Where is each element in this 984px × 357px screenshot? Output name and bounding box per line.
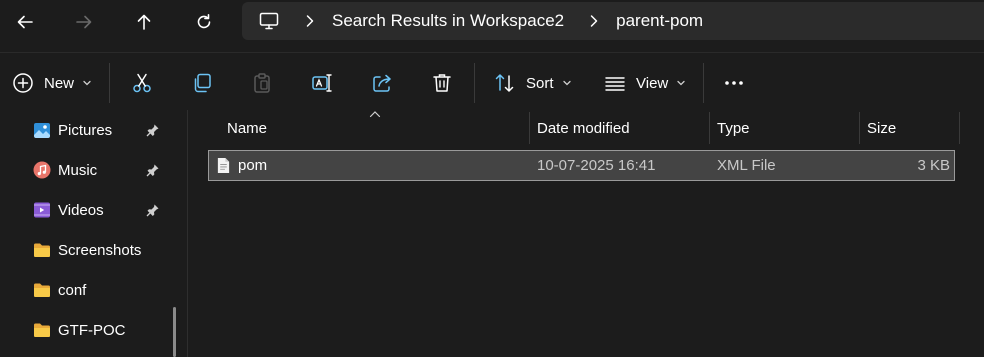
file-size: 3 KB	[917, 157, 950, 174]
forward-button[interactable]	[64, 2, 104, 42]
chevron-down-icon	[82, 78, 92, 88]
file-icon	[216, 151, 231, 180]
column-header-date-modified[interactable]: Date modified	[537, 112, 630, 144]
sidebar-item-conf[interactable]: conf	[0, 272, 176, 308]
folder-icon	[34, 283, 50, 297]
address-bar[interactable]: Search Results in Workspace2 parent-pom	[242, 2, 984, 40]
scissors-icon	[133, 73, 151, 93]
view-button[interactable]: View	[604, 65, 686, 101]
breadcrumb-chevron-icon[interactable]	[302, 14, 318, 28]
sidebar-item-label: Videos	[58, 201, 104, 219]
sidebar-item-label: Screenshots	[58, 241, 142, 259]
up-button[interactable]	[124, 2, 164, 42]
sidebar-item-videos[interactable]: Videos	[0, 192, 176, 228]
clipboard-icon	[254, 73, 270, 93]
column-header-type[interactable]: Type	[717, 112, 750, 144]
view-list-icon	[605, 77, 625, 91]
arrow-up-icon	[137, 14, 151, 30]
back-button[interactable]	[5, 2, 45, 42]
pin-icon[interactable]	[146, 163, 160, 177]
file-list: Name Date modified Type Size pom 10-07-2…	[188, 110, 984, 357]
cut-button[interactable]	[131, 65, 153, 101]
file-type: XML File	[717, 157, 776, 174]
column-divider[interactable]	[529, 112, 530, 144]
file-date-modified: 10-07-2025 16:41	[537, 157, 656, 174]
column-header-size[interactable]: Size	[867, 112, 896, 144]
sidebar-item-screenshots[interactable]: Screenshots	[0, 232, 176, 268]
view-label: View	[636, 74, 669, 92]
pictures-icon	[34, 123, 50, 138]
toolbar-divider	[703, 63, 704, 103]
trash-icon	[433, 74, 451, 92]
sidebar-scrollbar[interactable]	[173, 307, 176, 357]
folder-icon	[34, 323, 50, 337]
videos-icon	[34, 202, 50, 218]
new-button[interactable]: New	[12, 65, 92, 101]
chevron-down-icon	[562, 78, 572, 88]
sidebar-item-label: conf	[58, 281, 87, 299]
column-divider[interactable]	[709, 112, 710, 144]
breadcrumb-current-folder[interactable]: parent-pom	[616, 11, 703, 31]
copy-icon	[194, 73, 211, 93]
paste-button[interactable]	[251, 65, 273, 101]
sidebar-item-label: GTF-POC	[58, 321, 126, 339]
rename-icon	[312, 74, 332, 92]
new-label: New	[44, 74, 75, 92]
pin-icon[interactable]	[146, 203, 160, 217]
music-icon	[33, 161, 51, 179]
column-divider[interactable]	[959, 112, 960, 144]
sort-ascending-icon	[369, 111, 381, 118]
sidebar-item-label: Music	[58, 161, 98, 179]
command-bar: New Sort View	[0, 52, 984, 110]
column-header-name[interactable]: Name	[227, 112, 267, 144]
sidebar-item-label: Pictures	[58, 121, 113, 139]
navigation-pane: Pictures Music Videos Screenshots conf G…	[0, 110, 186, 357]
sort-icon	[495, 74, 514, 92]
file-name[interactable]: pom	[238, 151, 267, 180]
delete-button[interactable]	[431, 65, 453, 101]
sidebar-item-music[interactable]: Music	[0, 152, 176, 188]
breadcrumb-chevron-icon[interactable]	[586, 14, 602, 28]
more-icon	[725, 81, 743, 85]
rename-button[interactable]	[311, 65, 333, 101]
share-button[interactable]	[371, 65, 393, 101]
navigation-bar: Search Results in Workspace2 parent-pom	[0, 0, 984, 44]
chevron-down-icon	[676, 78, 686, 88]
column-divider[interactable]	[859, 112, 860, 144]
table-row[interactable]: pom 10-07-2025 16:41 XML File 3 KB	[208, 150, 955, 181]
toolbar-divider	[109, 63, 110, 103]
refresh-button[interactable]	[184, 2, 224, 42]
sidebar-item-pictures[interactable]: Pictures	[0, 112, 176, 148]
plus-circle-icon	[13, 73, 33, 93]
sort-label: Sort	[526, 74, 554, 92]
computer-icon	[258, 10, 280, 32]
breadcrumb-search-results[interactable]: Search Results in Workspace2	[332, 11, 564, 31]
sidebar-item-gtf-poc[interactable]: GTF-POC	[0, 312, 176, 348]
arrow-left-icon	[17, 15, 33, 29]
copy-button[interactable]	[191, 65, 213, 101]
refresh-icon	[197, 14, 211, 29]
pin-icon[interactable]	[146, 123, 160, 137]
arrow-right-icon	[76, 15, 92, 29]
toolbar-divider	[474, 63, 475, 103]
sort-button[interactable]: Sort	[494, 65, 572, 101]
more-options-button[interactable]	[723, 65, 745, 101]
share-icon	[373, 74, 391, 92]
folder-icon	[34, 243, 50, 257]
